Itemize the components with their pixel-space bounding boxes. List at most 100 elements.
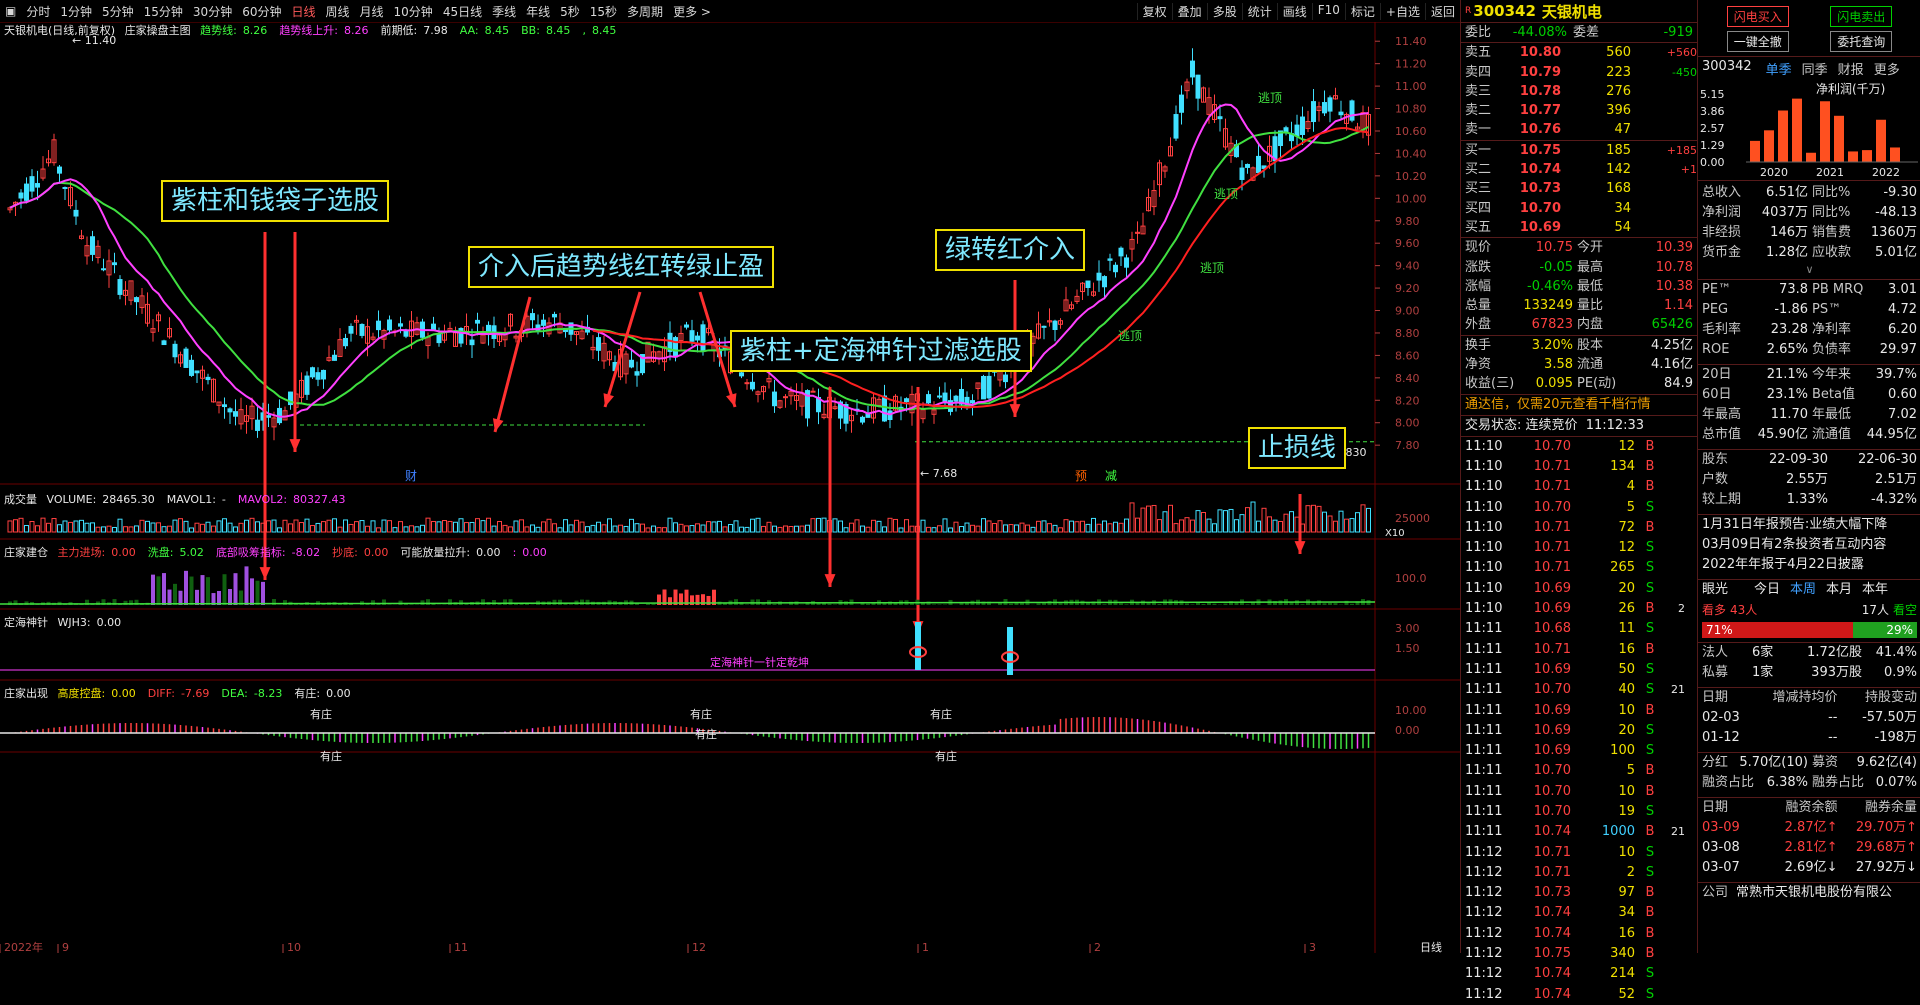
toolbar-button[interactable]: 画线 — [1277, 3, 1312, 20]
f10-tab[interactable]: 单季 — [1766, 59, 1792, 78]
bull-label: 看多 — [1702, 600, 1726, 620]
volume-bar — [173, 520, 177, 532]
tick-time: 11:11 — [1461, 721, 1515, 741]
period-tab[interactable]: 周线 — [321, 3, 355, 20]
volume-bar — [509, 527, 513, 532]
f10-tab[interactable]: 同季 — [1802, 59, 1828, 78]
volume-indicator-label: MAVOL1: — [167, 493, 216, 506]
period-tab[interactable]: 15秒 — [585, 3, 622, 20]
zhuangjia-bar — [938, 604, 942, 605]
price-axis-label: 10.20 — [1395, 170, 1427, 183]
volume-axis-label: 25000 — [1395, 512, 1430, 525]
company-name: 常熟市天银机电股份有限公 — [1736, 883, 1917, 903]
stat-value: -0.05 — [1505, 258, 1573, 277]
toolbar-button[interactable]: F10 — [1312, 3, 1345, 20]
bear-label: 看空 — [1893, 600, 1917, 620]
stat-value: -0.46% — [1505, 277, 1573, 296]
period-tab[interactable]: 15分钟 — [139, 3, 188, 20]
stat-row: 涨跌-0.05最高10.78 — [1461, 258, 1698, 277]
indicator-name[interactable]: 庄家操盘主图 — [125, 24, 191, 37]
tick-price: 10.69 — [1515, 721, 1571, 741]
toolbar-button[interactable]: 统计 — [1242, 3, 1277, 20]
volume-bar — [415, 527, 419, 532]
tick-suffix — [1665, 558, 1685, 578]
event-marker[interactable]: 财 — [405, 469, 417, 483]
bid-row[interactable]: 买三10.73168 — [1461, 179, 1698, 198]
volume-bar — [740, 527, 744, 532]
toolbar-button[interactable]: 标记 — [1345, 3, 1380, 20]
volume-bar — [256, 522, 260, 532]
ask-row[interactable]: 卖三10.78276 — [1461, 82, 1698, 101]
eye-tab[interactable]: 今日 — [1754, 580, 1780, 600]
toolbar-icon[interactable]: ▣ — [0, 4, 21, 18]
period-tab[interactable]: 5秒 — [555, 3, 585, 20]
toolbar-button[interactable]: +自选 — [1380, 3, 1425, 20]
ask-row[interactable]: 卖五10.80560+560 — [1461, 43, 1698, 62]
bid-row[interactable]: 买一10.75185+185 — [1461, 141, 1698, 160]
tick-row: 11:1110.69100S — [1461, 741, 1698, 761]
zhuangjia-bar — [223, 574, 227, 605]
tick-suffix — [1665, 802, 1685, 822]
tick-suffix — [1665, 721, 1685, 741]
period-tab[interactable]: 30分钟 — [188, 3, 237, 20]
cancel-all-button[interactable]: 一键全撤 — [1727, 31, 1789, 52]
ask-row[interactable]: 卖四10.79223-450 — [1461, 63, 1698, 82]
volume-bar — [641, 524, 645, 532]
period-tab[interactable]: 分时 — [21, 3, 55, 20]
toolbar-button[interactable]: 返回 — [1425, 3, 1460, 20]
volume-bar — [1097, 524, 1101, 532]
f10-tab[interactable]: 财报 — [1838, 59, 1864, 78]
toolbar-button[interactable]: 复权 — [1137, 3, 1172, 20]
holder-block: 股东22-09-3022-06-30户数2.55万2.51万较上期1.33%-4… — [1698, 449, 1920, 510]
bid-row[interactable]: 买二10.74142+1 — [1461, 160, 1698, 179]
period-tab[interactable]: 日线 — [286, 3, 320, 20]
event-marker[interactable]: 减 — [1105, 469, 1117, 483]
volume-bar — [1367, 508, 1371, 532]
tick-list[interactable]: 11:1010.7012B11:1010.71134B11:1010.714B1… — [1461, 437, 1698, 1005]
eye-tab[interactable]: 本月 — [1826, 580, 1852, 600]
volume-bar — [1048, 524, 1052, 532]
period-tab[interactable]: 10分钟 — [389, 3, 438, 20]
val-label: 毛利率 — [1702, 320, 1752, 340]
bid-row[interactable]: 买四10.7034 — [1461, 199, 1698, 218]
toolbar-button[interactable]: 多股 — [1207, 3, 1242, 20]
expand-chevron-icon[interactable]: ∨ — [1698, 263, 1920, 279]
period-tab[interactable]: 1分钟 — [55, 3, 97, 20]
period-tab[interactable]: 多周期 — [622, 3, 668, 20]
news-item[interactable]: 1月31日年报预告:业绩大幅下降 — [1698, 515, 1920, 535]
main-indicator-value: 8.45 — [485, 24, 510, 37]
eye-tab[interactable]: 本年 — [1862, 580, 1888, 600]
val-value: 73.8 — [1752, 280, 1808, 300]
candle-body — [360, 324, 364, 335]
period-tab[interactable]: 年线 — [521, 3, 555, 20]
period-tab[interactable]: 45日线 — [438, 3, 487, 20]
toolbar-button[interactable]: 叠加 — [1172, 3, 1207, 20]
kline-chart-svg[interactable]: 11.4011.2011.0010.8010.6010.4010.2010.00… — [0, 22, 1460, 953]
bid-row[interactable]: 买五10.6954 — [1461, 218, 1698, 237]
volume-bar — [91, 523, 95, 532]
flash-sell-button[interactable]: 闪电卖出 — [1830, 6, 1892, 27]
kline-chart-area[interactable]: 11.4011.2011.0010.8010.6010.4010.2010.00… — [0, 22, 1460, 953]
period-tab[interactable]: 5分钟 — [97, 3, 139, 20]
tick-price: 10.69 — [1515, 579, 1571, 599]
tick-side: S — [1635, 660, 1665, 680]
ask-row[interactable]: 卖二10.77396 — [1461, 101, 1698, 120]
period-tab[interactable]: 60分钟 — [237, 3, 286, 20]
f10-tab[interactable]: 更多 — [1874, 59, 1900, 78]
period-tab[interactable]: 更多 > — [668, 3, 716, 20]
news-item[interactable]: 03月09日有2条投资者互动内容 — [1698, 535, 1920, 555]
zhuangjia-bar — [1213, 604, 1217, 605]
period-tab[interactable]: 月线 — [355, 3, 389, 20]
news-item[interactable]: 2022年年报于4月22日披露 — [1698, 555, 1920, 575]
zhuangjia-bar — [1136, 603, 1140, 605]
ask-row[interactable]: 卖一10.7647 — [1461, 120, 1698, 139]
period-tab[interactable]: 季线 — [487, 3, 521, 20]
zhuangjia-bar — [1246, 604, 1250, 605]
promo-link[interactable]: 通达信，仅需20元查看千档行情 — [1461, 395, 1698, 416]
eye-tab[interactable]: 本周 — [1790, 580, 1816, 600]
order-query-button[interactable]: 委托查询 — [1830, 31, 1892, 52]
volume-bar — [300, 523, 304, 532]
event-marker[interactable]: 预 — [1075, 469, 1087, 483]
flash-buy-button[interactable]: 闪电买入 — [1727, 6, 1789, 27]
candle-body — [173, 344, 177, 356]
